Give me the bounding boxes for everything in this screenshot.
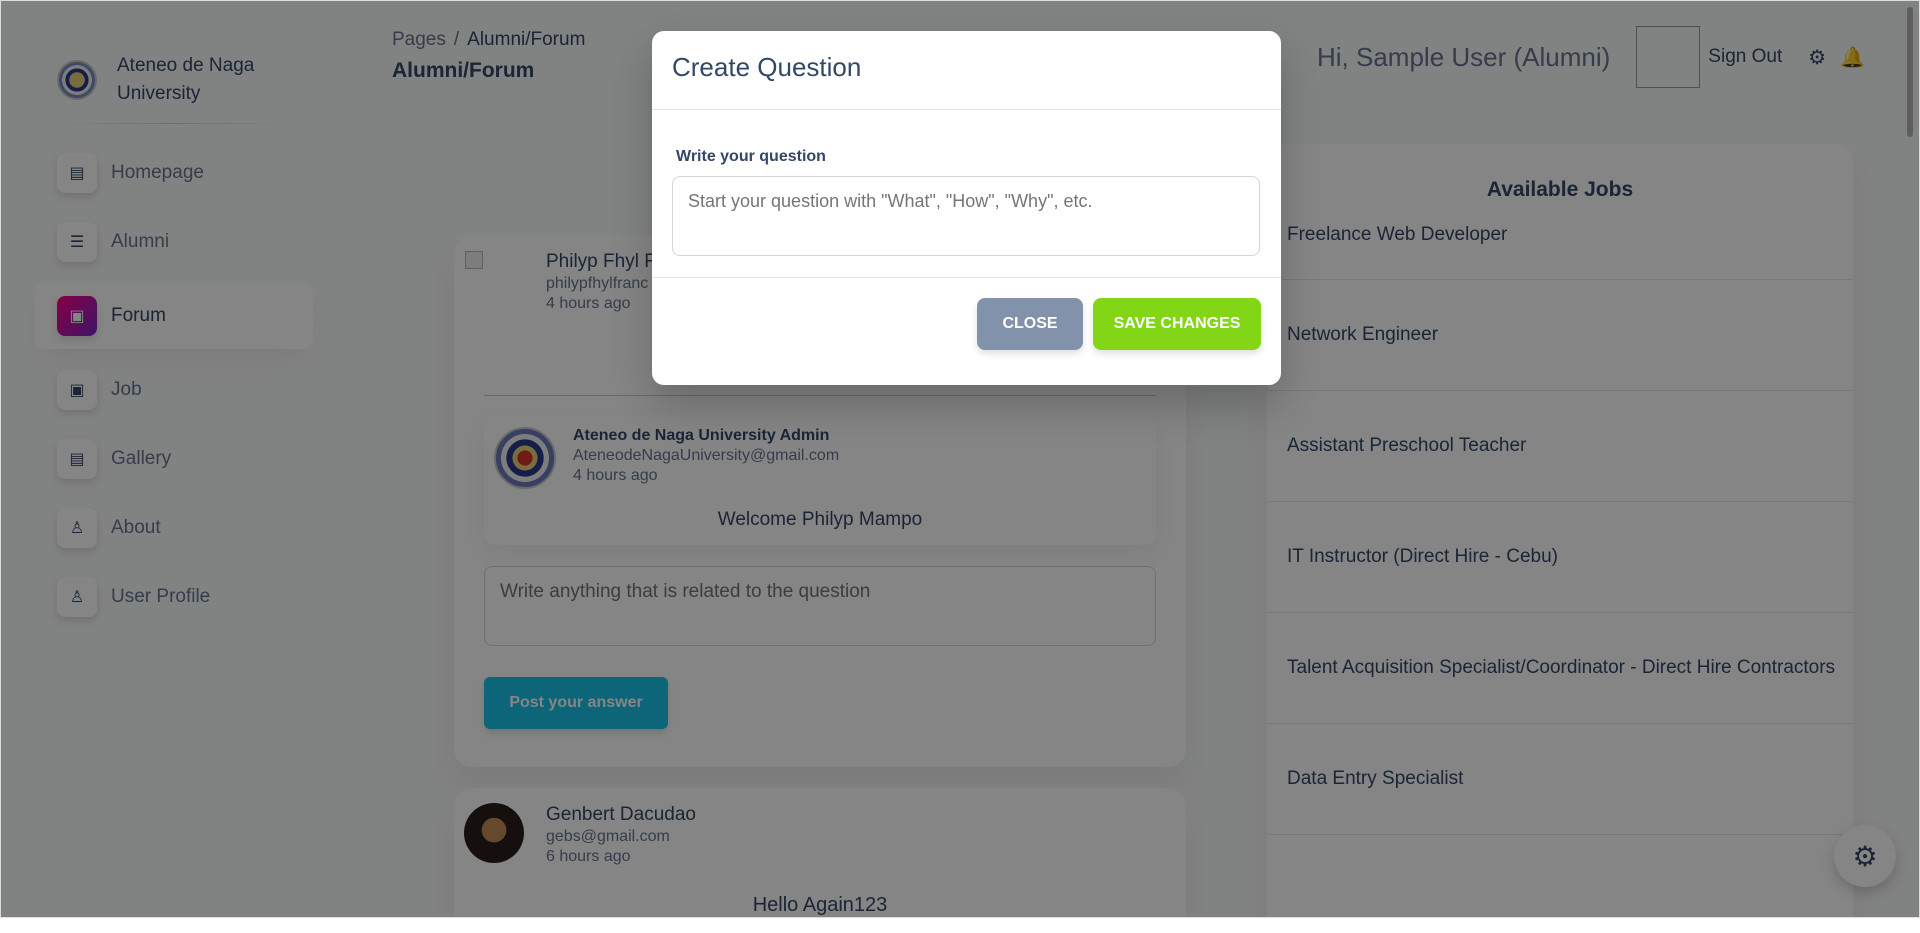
bottom-strip xyxy=(0,918,1920,933)
create-question-modal: Create Question Write your question CLOS… xyxy=(652,31,1281,385)
question-input[interactable] xyxy=(672,176,1260,256)
modal-header: Create Question xyxy=(652,31,1281,110)
modal-footer: CLOSE SAVE CHANGES xyxy=(652,278,1281,350)
question-field-label: Write your question xyxy=(676,148,826,165)
close-button[interactable]: CLOSE xyxy=(977,298,1083,350)
modal-body: Write your question xyxy=(652,110,1281,278)
save-changes-button[interactable]: SAVE CHANGES xyxy=(1093,298,1261,350)
modal-title: Create Question xyxy=(672,52,862,82)
app-window: Ateneo de Naga University ▤ Homepage ☰ A… xyxy=(0,0,1920,918)
